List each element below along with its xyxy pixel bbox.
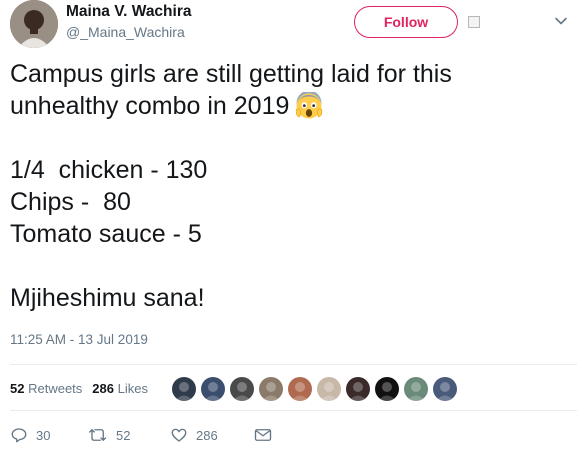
- liker-avatar[interactable]: [259, 377, 283, 401]
- liker-avatar[interactable]: [172, 377, 196, 401]
- author-name[interactable]: Maina V. Wachira: [66, 2, 191, 21]
- tweet-line: Chips - 80: [10, 188, 131, 216]
- divider: [10, 410, 577, 411]
- retweets-count: 52: [10, 380, 25, 396]
- author-avatar[interactable]: [10, 0, 58, 48]
- like-count: 286: [196, 427, 218, 443]
- tweet-line: Campus girls are still getting laid for …: [10, 60, 452, 88]
- likes-stat[interactable]: 286 Likes: [92, 381, 148, 396]
- liker-avatar[interactable]: [346, 377, 370, 401]
- divider: [10, 364, 577, 365]
- like-button[interactable]: 286: [170, 426, 254, 444]
- retweet-icon: [89, 429, 107, 441]
- tweet-line: Tomato sauce - 5: [10, 220, 202, 248]
- reply-count: 30: [36, 427, 51, 443]
- retweets-label: Retweets: [28, 380, 83, 396]
- retweets-stat[interactable]: 52 Retweets: [10, 381, 82, 396]
- tweet-line: unhealthy combo in 2019: [10, 92, 290, 120]
- liker-avatar[interactable]: [201, 377, 225, 401]
- author-handle[interactable]: @_Maina_Wachira: [66, 23, 191, 41]
- liker-avatar[interactable]: [433, 377, 457, 401]
- tweet-stats: 52 Retweets 286 Likes: [10, 376, 158, 400]
- reply-button[interactable]: 30: [10, 426, 88, 444]
- author-info: Maina V. Wachira @_Maina_Wachira: [66, 2, 191, 41]
- liker-avatar[interactable]: [404, 377, 428, 401]
- chevron-down-icon[interactable]: [554, 14, 568, 28]
- likes-label: Likes: [117, 380, 148, 396]
- heart-icon: [171, 428, 187, 442]
- envelope-icon: [254, 429, 272, 441]
- liker-avatar[interactable]: [375, 377, 399, 401]
- reply-icon: [11, 428, 27, 443]
- screaming-face-emoji-icon: [296, 92, 323, 119]
- retweet-count: 52: [116, 427, 131, 443]
- tweet-actions: 30 52 286: [10, 424, 272, 446]
- tweet-line: 1/4 chicken - 130: [10, 156, 208, 184]
- liker-avatar[interactable]: [288, 377, 312, 401]
- tweet-line-with-emoji: unhealthy combo in 2019: [10, 90, 570, 122]
- liker-avatar[interactable]: [317, 377, 341, 401]
- tweet-timestamp[interactable]: 11:25 AM - 13 Jul 2019: [10, 332, 148, 347]
- tweet-header: Maina V. Wachira @_Maina_Wachira Follow: [10, 0, 577, 56]
- likes-count: 286: [92, 380, 114, 396]
- broken-image-icon: [468, 16, 480, 28]
- tweet-text: Campus girls are still getting laid for …: [10, 58, 570, 314]
- direct-message-button[interactable]: [254, 427, 272, 443]
- avatar-image: [10, 0, 58, 48]
- retweet-button[interactable]: 52: [88, 426, 170, 444]
- liker-avatars: [172, 376, 462, 402]
- follow-button[interactable]: Follow: [354, 6, 458, 38]
- tweet-line: Mjiheshimu sana!: [10, 284, 205, 312]
- liker-avatar[interactable]: [230, 377, 254, 401]
